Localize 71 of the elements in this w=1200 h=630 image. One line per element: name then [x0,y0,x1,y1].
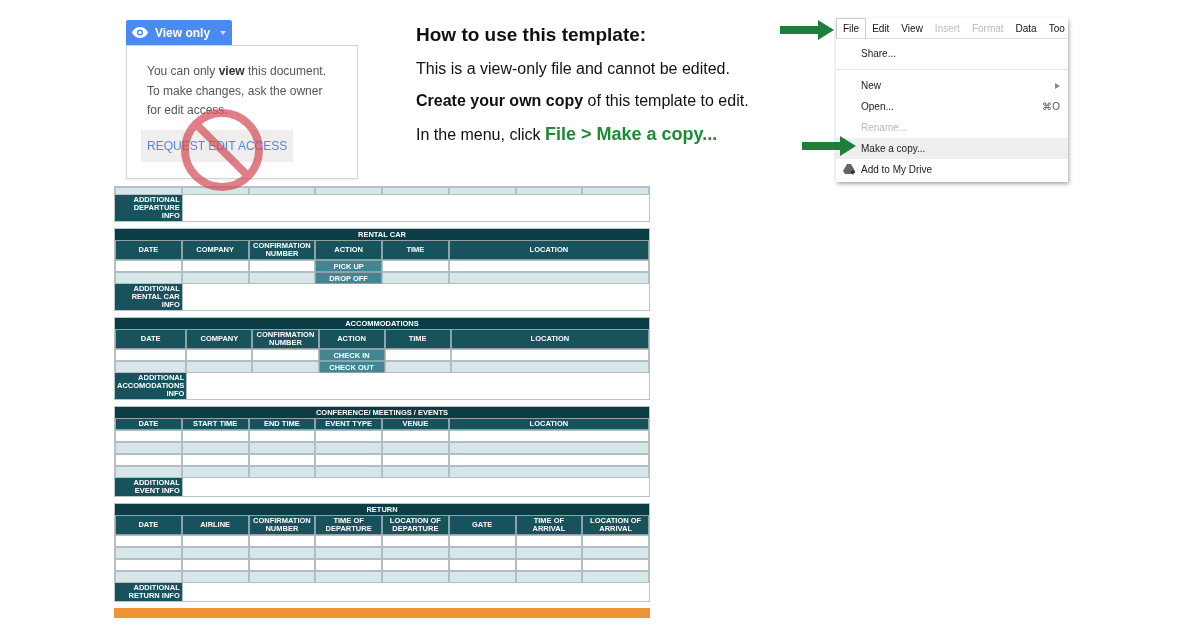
table-cell [248,559,316,571]
table-cell [181,272,249,284]
instruction-text: In the menu, click File > Make a copy... [416,124,718,145]
instructions-heading: How to use this template: [416,24,647,46]
table-cell [315,571,382,583]
table-cell [186,349,253,361]
table-cell [315,535,382,547]
table-cell [382,571,449,583]
table-cell [315,454,382,466]
table-cell [181,547,249,559]
table-cell [448,535,516,547]
table-cell [248,547,316,559]
table-cell [181,260,249,272]
instruction-text: Create your own copy of this template to edit. [416,92,749,110]
table-cell [382,272,449,284]
table-cell [181,571,249,583]
table-cell [382,466,449,478]
table-cell [181,430,249,442]
info-message: You can only view this document. To make changes, ask the owner for edit access. [147,63,327,119]
table-cell [315,547,382,559]
table-cell [248,272,316,284]
table-cell [382,260,449,272]
table-cell [248,454,316,466]
menu-item[interactable]: Add to My Drive [836,159,1068,180]
instruction-text: This is a view-only file and cannot be edited. [416,60,730,78]
eye-icon [132,27,148,38]
table-cell [515,535,583,547]
table-cell [382,454,449,466]
table-cell [248,466,316,478]
menu-item[interactable]: Open... ⌘O [836,96,1068,117]
table-cell [181,466,249,478]
menu-item[interactable]: New [836,75,1068,96]
table-cell [382,547,449,559]
menu-item[interactable]: Share... [836,43,1068,64]
submenu-arrow-icon [1055,82,1060,89]
table-cell [382,535,449,547]
table-cell [186,361,253,373]
drive-icon [843,164,855,175]
table-cell [181,454,249,466]
table-cell [315,466,382,478]
table-cell [448,571,516,583]
table-cell [315,442,382,454]
table-cell [384,361,451,373]
menu-bar-item[interactable]: Too [1042,18,1068,38]
arrow-icon [780,20,834,40]
table-cell [248,571,316,583]
table-cell [252,349,319,361]
shortcut-text: ⌘O [1042,101,1060,112]
table-cell [181,535,249,547]
arrow-icon [802,136,856,156]
table-cell [248,535,316,547]
table-cell [248,430,316,442]
table-cell [382,559,449,571]
table-cell [515,559,583,571]
table-cell [315,559,382,571]
table-cell [248,442,316,454]
table-cell [248,260,316,272]
caret-icon [220,30,226,35]
table-cell [448,559,516,571]
table-cell [515,547,583,559]
table-cell [384,349,451,361]
menu-item[interactable]: Make a copy... [836,138,1068,159]
menu-bar-item[interactable]: File [836,18,867,38]
table-cell [181,442,249,454]
table-cell [448,547,516,559]
table-cell [181,559,249,571]
table-cell [315,430,382,442]
table-cell [382,442,449,454]
table-cell [515,571,583,583]
table-cell [382,430,449,442]
table-cell [252,361,319,373]
